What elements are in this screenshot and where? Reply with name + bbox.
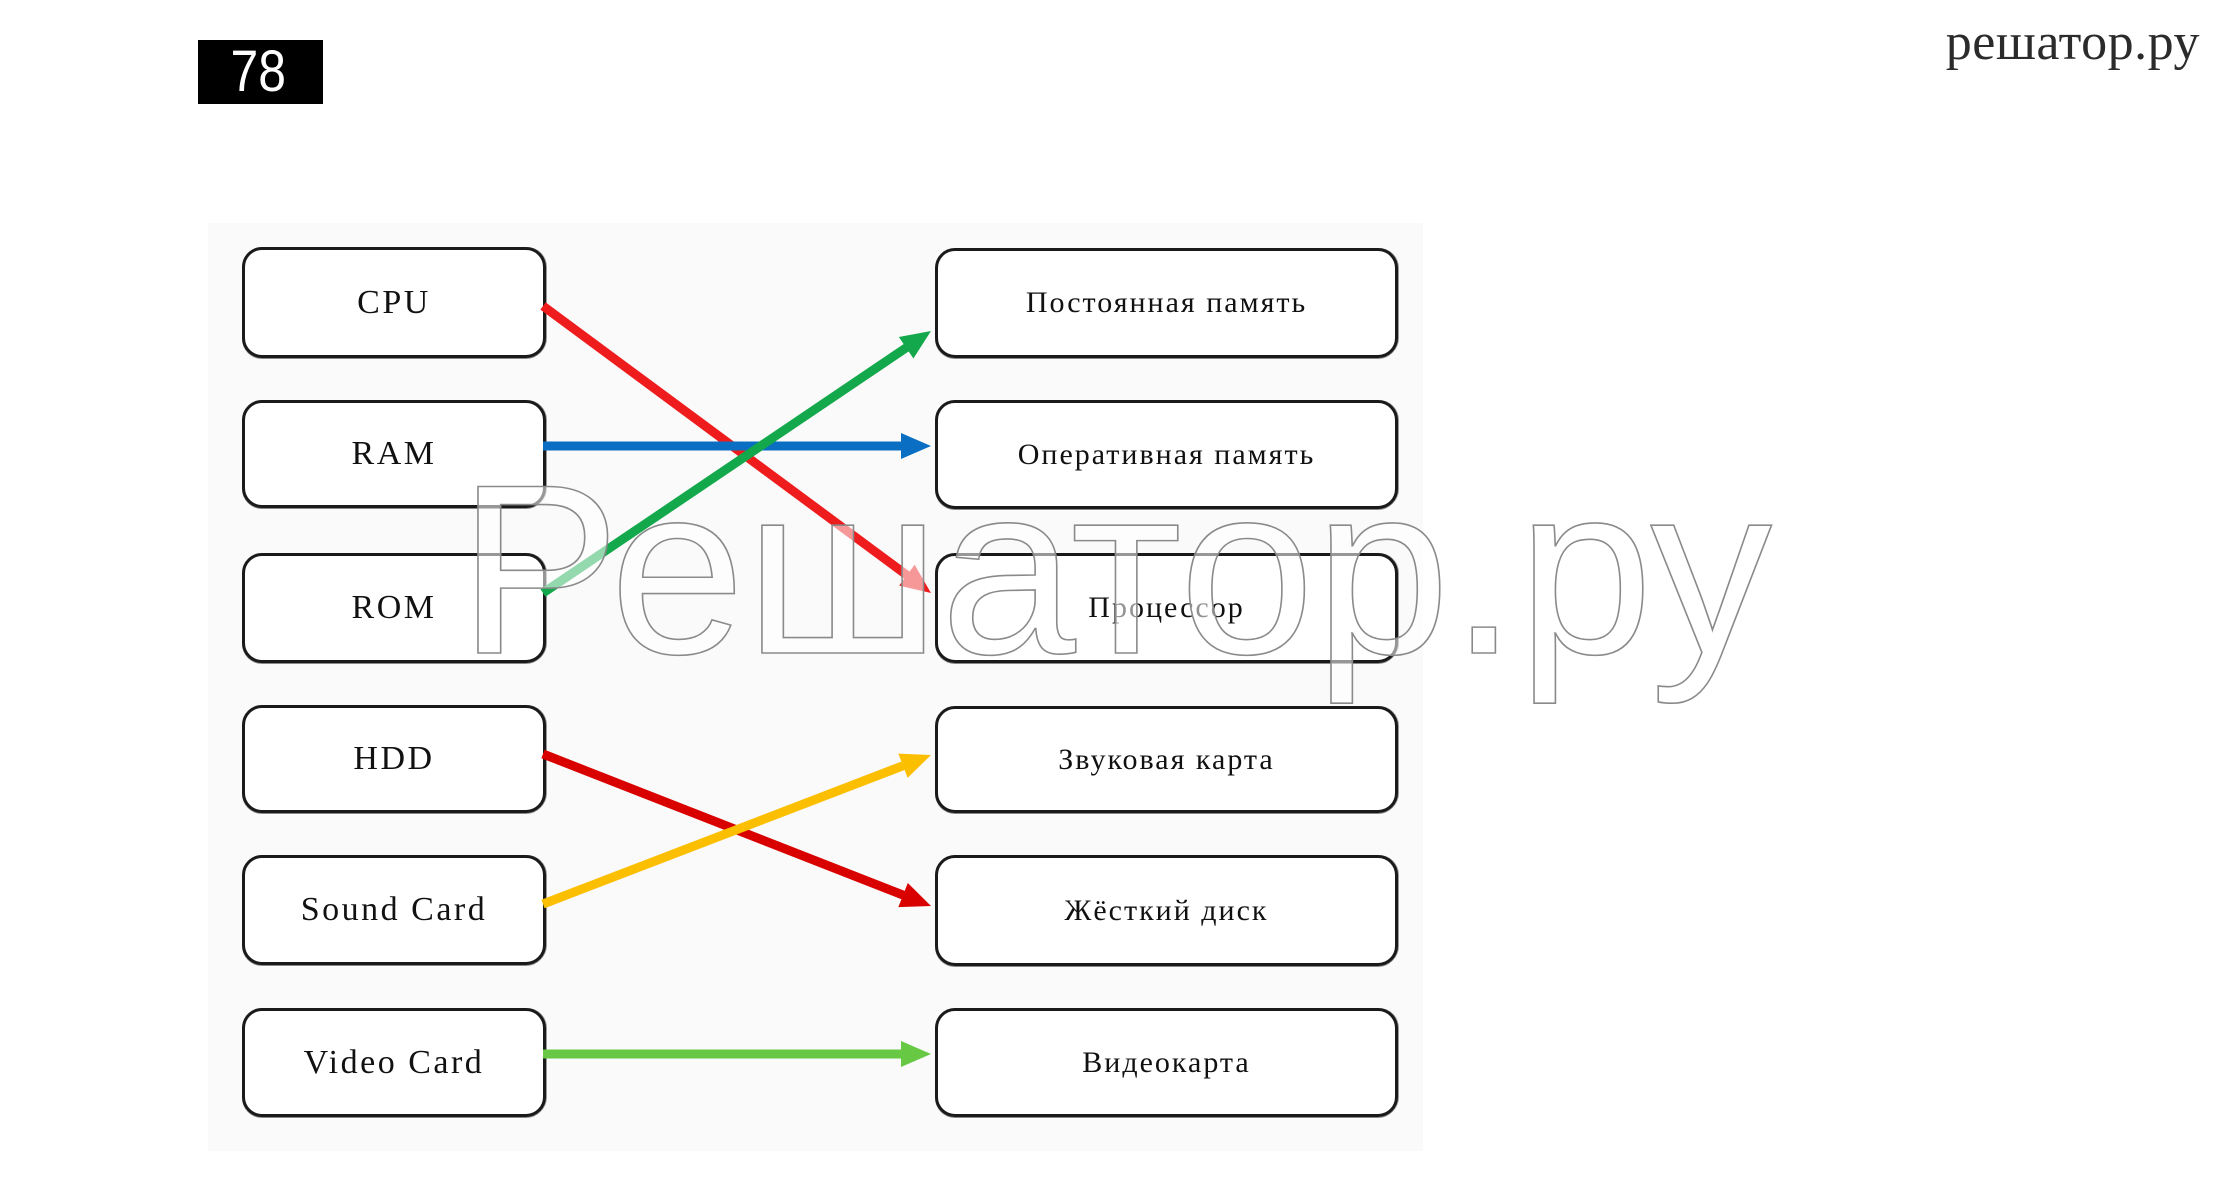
- left-box-hdd: HDD: [242, 705, 546, 813]
- right-box-video-card: Видеокарта: [935, 1008, 1398, 1117]
- left-box-rom: ROM: [242, 553, 546, 663]
- left-box-cpu: CPU: [242, 247, 546, 358]
- right-box-sound-card: Звуковая карта: [935, 706, 1398, 813]
- right-box-processor: Процессор: [935, 553, 1398, 663]
- left-box-video-card: Video Card: [242, 1008, 546, 1117]
- right-box-operative-memory: Оперативная память: [935, 400, 1398, 509]
- site-name: решатор.ру: [1945, 14, 2200, 71]
- page-number-badge: 78: [198, 40, 323, 104]
- right-box-permanent-memory: Постоянная память: [935, 248, 1398, 358]
- page-number: 78: [230, 39, 287, 104]
- left-box-sound-card: Sound Card: [242, 855, 546, 965]
- right-box-hard-disk: Жёсткий диск: [935, 855, 1398, 966]
- left-box-ram: RAM: [242, 400, 546, 508]
